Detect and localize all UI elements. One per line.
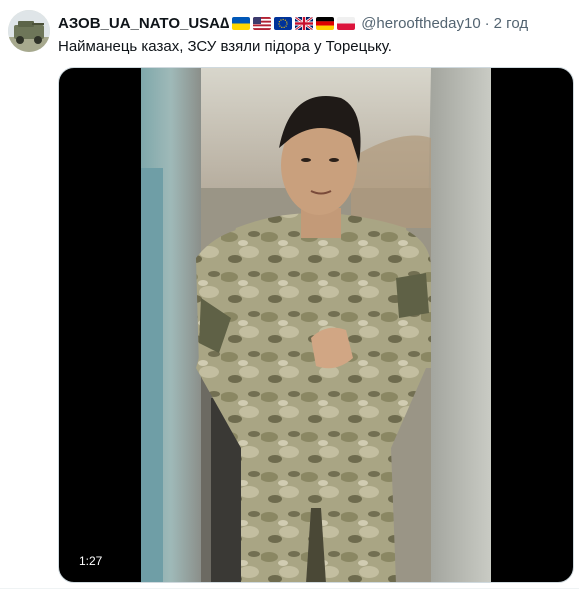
avatar[interactable] — [8, 10, 50, 52]
eu-flag-icon — [274, 16, 293, 30]
tweet[interactable]: АЗОВ_UA_NATO_USA∆ @herooftheday10 · 2 го… — [0, 0, 579, 589]
tweet-text: Найманець казах, ЗСУ взяли підора у Торе… — [58, 38, 392, 55]
ukraine-flag-icon — [232, 16, 251, 30]
author-name[interactable]: АЗОВ_UA_NATO_USA∆ — [58, 15, 229, 32]
uk-flag-icon — [295, 16, 314, 30]
author-handle[interactable]: @herooftheday10 — [361, 15, 480, 32]
germany-flag-icon — [316, 16, 335, 30]
separator-dot: · — [484, 14, 490, 32]
video-thumbnail — [141, 68, 491, 582]
flag-emoji-group — [232, 16, 356, 30]
video-duration: 1:27 — [73, 552, 109, 570]
tweet-header: АЗОВ_UA_NATO_USA∆ @herooftheday10 · 2 го… — [58, 12, 528, 34]
poland-flag-icon — [337, 16, 356, 30]
video-player[interactable]: 1:27 — [58, 67, 574, 583]
armored-vehicle-icon — [8, 10, 50, 52]
usa-flag-icon — [253, 16, 272, 30]
timestamp[interactable]: 2 год — [494, 15, 528, 32]
